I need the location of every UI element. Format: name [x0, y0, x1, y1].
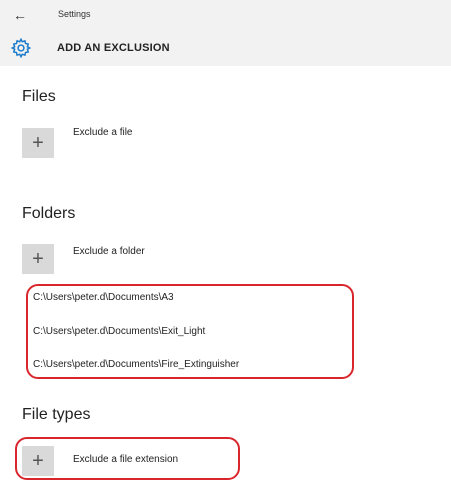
folder-item-fire-extinguisher[interactable]: C:\Users\peter.d\Documents\Fire_Extingui… [33, 359, 239, 370]
exclude-file-label[interactable]: Exclude a file [73, 127, 132, 138]
folder-item-a3[interactable]: C:\Users\peter.d\Documents\A3 [33, 292, 174, 303]
title-bar: ← Settings [0, 0, 451, 30]
folder-item-exit-light[interactable]: C:\Users\peter.d\Documents\Exit_Light [33, 326, 205, 337]
exclude-folder-label[interactable]: Exclude a folder [73, 246, 145, 257]
back-arrow-icon[interactable]: ← [10, 5, 30, 25]
exclude-file-extension-button[interactable]: + [22, 446, 54, 476]
files-heading: Files [22, 88, 56, 105]
exclude-folder-button[interactable]: + [22, 244, 54, 274]
gear-icon [10, 37, 32, 59]
page-title: ADD AN EXCLUSION [57, 42, 170, 54]
plus-icon: + [32, 132, 44, 154]
plus-icon: + [32, 248, 44, 270]
exclude-file-button[interactable]: + [22, 128, 54, 158]
app-title: Settings [58, 9, 91, 19]
plus-icon: + [32, 450, 44, 472]
folders-heading: Folders [22, 205, 76, 222]
page-header: ADD AN EXCLUSION [0, 30, 451, 66]
file-types-heading: File types [22, 406, 91, 423]
exclude-file-extension-label[interactable]: Exclude a file extension [73, 454, 178, 465]
